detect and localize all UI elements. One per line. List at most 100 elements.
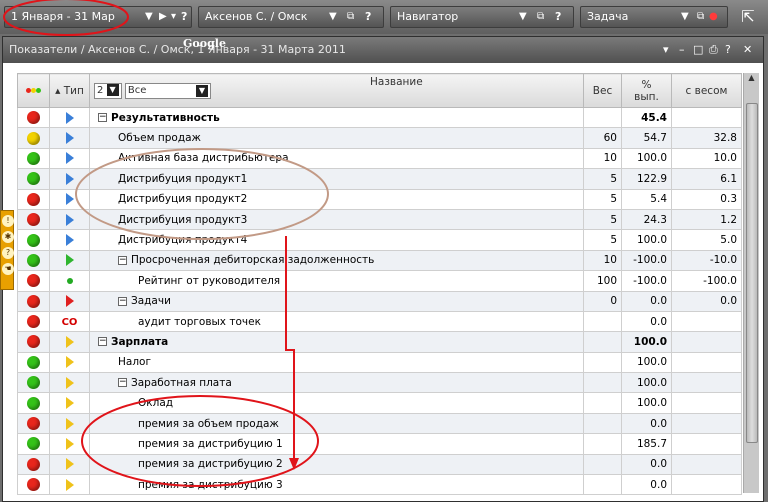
name-cell[interactable]: Активная база дистрибьютера	[89, 147, 584, 170]
table-row[interactable]: CO аудит торговых точек 0.0	[17, 310, 742, 333]
table-row[interactable]: − Задачи 0 0.0 0.0	[17, 290, 742, 312]
weight-cell[interactable]: 60	[583, 127, 622, 149]
chevron-down-icon[interactable]: ▼	[519, 7, 527, 27]
weight-cell[interactable]	[583, 372, 622, 394]
name-cell[interactable]: Рейтинг от руководителя	[89, 270, 584, 292]
collapse-icon[interactable]: −	[98, 113, 107, 123]
scroll-up-icon[interactable]: ▲	[744, 73, 759, 87]
lightbulb-icon[interactable]: !	[2, 215, 14, 227]
chevron-down-icon[interactable]: ▼	[329, 7, 337, 27]
user-dropdown[interactable]: Аксенов С. / Омск ▼ ⧉ ?	[198, 6, 384, 28]
name-cell[interactable]: премия за объем продаж	[89, 412, 584, 435]
weight-cell[interactable]	[583, 351, 622, 374]
window-icon[interactable]: ⧉	[347, 7, 354, 27]
arrow-right-icon[interactable]: ▶	[159, 7, 167, 27]
table-row[interactable]: Объем продаж 60 54.7 32.8	[17, 127, 742, 149]
name-cell[interactable]: Дистрибуция продукт3	[89, 208, 584, 231]
task-dropdown[interactable]: Задача ▼ ⧉ ●	[580, 6, 728, 28]
pct-column-header[interactable]: % вып.	[621, 73, 672, 108]
weight-cell[interactable]: 10	[583, 147, 622, 170]
weight-cell[interactable]: 100	[583, 270, 622, 292]
table-row[interactable]: Дистрибуция продукт3 5 24.3 1.2	[17, 208, 742, 231]
filter-select[interactable]: Все ▼	[124, 82, 211, 99]
scrollbar-thumb[interactable]	[746, 103, 758, 443]
name-cell[interactable]: Дистрибуция продукт4	[89, 229, 584, 251]
window-icon[interactable]: ⧉	[537, 7, 544, 27]
table-row[interactable]: − Заработная плата 100.0	[17, 372, 742, 394]
table-row[interactable]: премия за дистрибуцию 2 0.0	[17, 453, 742, 476]
minimize-icon[interactable]: –	[679, 37, 685, 63]
weight-cell[interactable]	[583, 310, 622, 333]
help-icon[interactable]: ?	[2, 247, 14, 259]
print-icon[interactable]: ⎙	[709, 37, 718, 63]
level-select[interactable]: 2 ▼	[94, 82, 122, 99]
weight-cell[interactable]	[583, 331, 622, 353]
table-row[interactable]: Дистрибуция продукт4 5 100.0 5.0	[17, 229, 742, 251]
weight-cell[interactable]	[583, 433, 622, 455]
weight-cell[interactable]: 10	[583, 249, 622, 272]
table-row[interactable]: Активная база дистрибьютера 10 100.0 10.0	[17, 147, 742, 170]
hand-icon[interactable]: ☚	[2, 263, 14, 275]
help-icon[interactable]: ?	[555, 7, 561, 27]
alert-icon[interactable]: ●	[709, 7, 718, 27]
name-cell[interactable]: Оклад	[89, 392, 584, 414]
table-row[interactable]: − Зарплата 100.0	[17, 331, 742, 353]
name-cell[interactable]: аудит торговых точек	[89, 310, 584, 333]
exit-icon[interactable]: ⇱	[736, 6, 760, 28]
table-row[interactable]: премия за дистрибуцию 1 185.7	[17, 433, 742, 455]
name-cell[interactable]: − Задачи	[89, 290, 584, 312]
bug-icon[interactable]: ✱	[2, 231, 14, 243]
navigator-dropdown[interactable]: Навигатор ▼ ⧉ ?	[390, 6, 574, 28]
collapse-icon[interactable]: −	[118, 296, 127, 306]
weight-cell[interactable]	[583, 106, 622, 129]
help-icon[interactable]: ?	[181, 7, 187, 27]
table-row[interactable]: Дистрибуция продукт1 5 122.9 6.1	[17, 168, 742, 190]
table-row[interactable]: премия за дистрибуцию 3 0.0	[17, 474, 742, 496]
name-cell[interactable]: премия за дистрибуцию 2	[89, 453, 584, 476]
type-column-header[interactable]: ▴ Тип	[49, 73, 90, 108]
table-row[interactable]: Оклад 100.0	[17, 392, 742, 414]
weight-cell[interactable]	[583, 474, 622, 496]
name-cell[interactable]: − Заработная плата	[89, 372, 584, 394]
table-row[interactable]: Налог 100.0	[17, 351, 742, 374]
table-row[interactable]: премия за объем продаж 0.0	[17, 412, 742, 435]
status-column-header[interactable]	[17, 73, 50, 108]
name-cell[interactable]: премия за дистрибуцию 3	[89, 474, 584, 496]
table-row[interactable]: − Просроченная дебиторская задолженность 1…	[17, 249, 742, 272]
name-cell[interactable]: Объем продаж	[89, 127, 584, 149]
table-row[interactable]: − Результативность 45.4	[17, 106, 742, 129]
weight-cell[interactable]: 5	[583, 229, 622, 251]
chevron-down-icon[interactable]: ▼	[681, 7, 689, 27]
help-icon[interactable]: ?	[365, 7, 371, 27]
help-icon[interactable]: ?	[725, 37, 731, 63]
name-cell[interactable]: − Результативность	[89, 106, 584, 129]
name-cell[interactable]: премия за дистрибуцию 1	[89, 433, 584, 455]
weight-cell[interactable]: 5	[583, 208, 622, 231]
table-row[interactable]: Рейтинг от руководителя 100 -100.0 -100.0	[17, 270, 742, 292]
weight-cell[interactable]	[583, 453, 622, 476]
restore-icon[interactable]: □	[693, 37, 703, 63]
weight-cell[interactable]: 0	[583, 290, 622, 312]
collapse-icon[interactable]: −	[118, 255, 127, 265]
chevron-down-icon[interactable]: ▼	[145, 7, 153, 27]
weight-cell[interactable]: 5	[583, 168, 622, 190]
vertical-scrollbar[interactable]: ▲	[743, 73, 759, 493]
weighted-column-header[interactable]: с весом	[671, 73, 742, 108]
collapse-icon[interactable]: −	[118, 378, 127, 388]
chevron-down-icon[interactable]: ▾	[171, 7, 176, 27]
menu-icon[interactable]: ▾	[663, 37, 669, 63]
weight-column-header[interactable]: Вес	[583, 73, 622, 108]
weight-cell[interactable]: 5	[583, 188, 622, 210]
window-icon[interactable]: ⧉	[697, 7, 704, 27]
name-cell[interactable]: Налог	[89, 351, 584, 374]
collapse-icon[interactable]: −	[98, 337, 107, 347]
name-cell[interactable]: Дистрибуция продукт2	[89, 188, 584, 210]
table-row[interactable]: Дистрибуция продукт2 5 5.4 0.3	[17, 188, 742, 210]
name-cell[interactable]: − Просроченная дебиторская задолженность	[89, 249, 584, 272]
close-icon[interactable]: ✕	[743, 37, 752, 63]
period-dropdown[interactable]: 1 Января - 31 Мар ▼ ▶ ▾ ?	[4, 6, 192, 28]
name-cell[interactable]: Дистрибуция продукт1	[89, 168, 584, 190]
weight-cell[interactable]	[583, 392, 622, 414]
weight-cell[interactable]	[583, 412, 622, 435]
name-cell[interactable]: − Зарплата	[89, 331, 584, 353]
